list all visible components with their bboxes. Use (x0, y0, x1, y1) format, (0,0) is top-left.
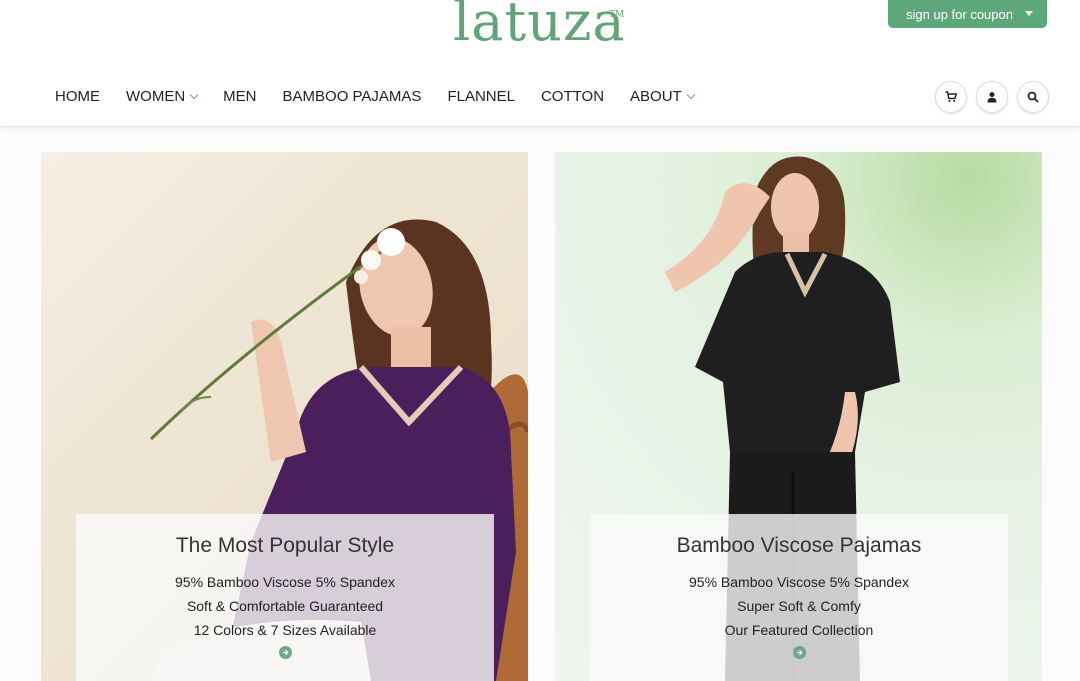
promo-line: Super Soft & Comfy (737, 598, 861, 614)
site-header: latuza TM sign up for coupon HOME WOMEN … (0, 0, 1080, 127)
nav-item-bamboo-pajamas[interactable]: BAMBOO PAJAMAS (283, 88, 422, 105)
nav-item-about[interactable]: ABOUT (630, 88, 695, 105)
nav-label: HOME (55, 88, 100, 105)
promo-line: Soft & Comfortable Guaranteed (186, 598, 384, 614)
coupon-signup-button[interactable]: sign up for coupon (888, 0, 1047, 28)
arrow-right-circle-icon[interactable] (278, 646, 292, 659)
promo-caption: The Most Popular Style 95% Bamboo Viscos… (76, 514, 494, 681)
cart-icon (945, 91, 957, 102)
promo-line: Our Featured Collection (724, 622, 874, 638)
nav-label: BAMBOO PAJAMAS (282, 88, 422, 105)
nav-label: ABOUT (630, 88, 682, 105)
promo-line: 12 Colors & 7 Sizes Available (193, 622, 377, 638)
promo-line: 95% Bamboo Viscose 5% Spandex (689, 574, 909, 590)
nav-label: WOMEN (126, 88, 186, 105)
nav-item-cotton[interactable]: COTTON (541, 88, 604, 105)
promo-title: Bamboo Viscose Pajamas (676, 534, 922, 557)
promo-card-popular-style[interactable]: The Most Popular Style 95% Bamboo Viscos… (41, 152, 528, 681)
promo-line: 95% Bamboo Viscose 5% Spandex (175, 574, 395, 590)
coupon-label: sign up for coupon (906, 6, 1013, 22)
caret-down-icon (1025, 11, 1033, 16)
cart-button[interactable] (935, 81, 967, 113)
chevron-down-icon (686, 90, 695, 99)
search-button[interactable] (1017, 81, 1049, 113)
main-nav: HOME WOMEN MEN BAMBOO PAJAMAS FLANNEL CO… (55, 88, 720, 105)
nav-label: COTTON (540, 88, 605, 105)
promo-caption: Bamboo Viscose Pajamas 95% Bamboo Viscos… (590, 514, 1008, 681)
nav-item-women[interactable]: WOMEN (126, 88, 199, 105)
user-icon (987, 92, 997, 103)
nav-label: MEN (223, 88, 257, 105)
nav-item-home[interactable]: HOME (55, 88, 100, 105)
account-button[interactable] (976, 81, 1008, 113)
trademark-mark: TM (609, 10, 625, 20)
nav-item-men[interactable]: MEN (223, 88, 256, 105)
nav-item-flannel[interactable]: FLANNEL (447, 88, 515, 105)
chevron-down-icon (189, 90, 199, 99)
brand-name: latuza (453, 0, 626, 53)
brand-logo[interactable]: latuza TM (453, 0, 626, 53)
nav-label: FLANNEL (447, 88, 515, 105)
promo-card-bamboo-pajamas[interactable]: Bamboo Viscose Pajamas 95% Bamboo Viscos… (555, 152, 1042, 681)
header-actions (935, 81, 1049, 113)
promo-title: The Most Popular Style (175, 534, 395, 557)
arrow-right-circle-icon[interactable] (792, 646, 806, 659)
search-icon (1027, 91, 1039, 103)
